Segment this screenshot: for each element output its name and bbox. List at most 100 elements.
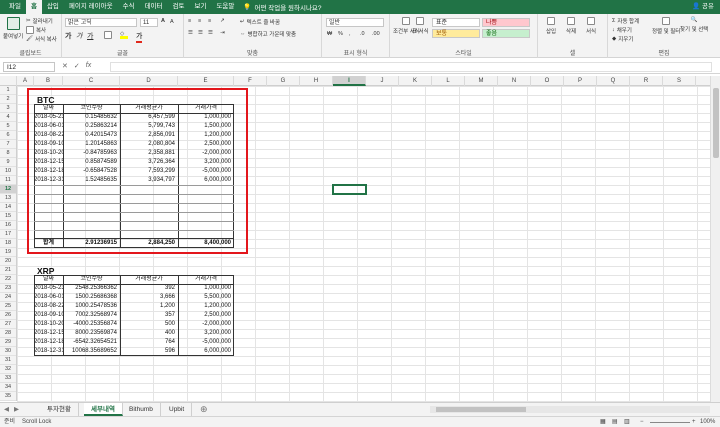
row-header[interactable]: 22 xyxy=(0,275,16,284)
row-header[interactable]: 29 xyxy=(0,338,16,347)
indent-icon[interactable]: ⇥ xyxy=(220,30,225,36)
share-button[interactable]: 👤 공유 xyxy=(692,0,714,14)
row-header[interactable]: 34 xyxy=(0,383,16,392)
paste-button[interactable]: 붙여넣기 xyxy=(3,17,23,40)
column-header[interactable]: E xyxy=(178,76,234,86)
row-header[interactable]: 3 xyxy=(0,104,16,113)
fill-button[interactable]: ↓ 채우기 xyxy=(612,26,632,34)
style-bad[interactable]: 나쁨 xyxy=(482,18,530,27)
column-header[interactable]: L xyxy=(432,76,465,86)
menu-tab[interactable]: 도움말 xyxy=(211,0,239,14)
percent-icon[interactable]: % xyxy=(338,31,343,37)
sheet-tab[interactable]: 세부내역 xyxy=(84,403,123,416)
style-neutral[interactable]: 보통 xyxy=(432,29,480,38)
column-header[interactable]: A xyxy=(17,76,34,86)
style-normal[interactable]: 표준 xyxy=(432,18,480,27)
column-header[interactable]: I xyxy=(333,76,366,86)
row-header[interactable]: 23 xyxy=(0,284,16,293)
row-header[interactable]: 4 xyxy=(0,113,16,122)
row-header[interactable]: 9 xyxy=(0,158,16,167)
row-header[interactable]: 11 xyxy=(0,176,16,185)
delete-cells-button[interactable]: 삭제 xyxy=(566,17,576,35)
font-size-select[interactable]: 11 xyxy=(140,18,158,27)
row-header[interactable]: 5 xyxy=(0,122,16,131)
decrease-decimal-icon[interactable]: .00 xyxy=(372,31,380,37)
column-header[interactable]: M xyxy=(465,76,498,86)
row-header[interactable]: 1 xyxy=(0,86,16,95)
menu-tab[interactable]: 파일 xyxy=(4,0,26,14)
row-header[interactable]: 10 xyxy=(0,167,16,176)
orientation-icon[interactable]: ↗ xyxy=(220,18,225,24)
align-top-icon[interactable]: ≡ xyxy=(188,18,191,24)
find-select-button[interactable]: 🔍 찾기 및 선택 xyxy=(680,17,708,33)
zoom-slider[interactable] xyxy=(650,422,690,423)
menu-tab[interactable]: 삽입 xyxy=(42,0,64,14)
row-header[interactable]: 31 xyxy=(0,356,16,365)
row-header[interactable]: 13 xyxy=(0,194,16,203)
select-all-corner[interactable] xyxy=(0,76,17,86)
row-header[interactable]: 27 xyxy=(0,320,16,329)
grow-font-icon[interactable]: A xyxy=(161,18,165,24)
name-box[interactable]: I12 xyxy=(3,62,55,72)
menu-tab[interactable]: 수식 xyxy=(118,0,140,14)
column-header[interactable]: C xyxy=(63,76,120,86)
zoom-level[interactable]: 100% xyxy=(700,418,715,427)
align-middle-icon[interactable]: ≡ xyxy=(198,18,201,24)
column-header[interactable]: H xyxy=(300,76,333,86)
menu-tab[interactable]: 보기 xyxy=(189,0,211,14)
column-header[interactable]: S xyxy=(663,76,696,86)
row-header[interactable]: 19 xyxy=(0,248,16,257)
sheet-tab[interactable]: 투자현황 xyxy=(40,403,79,416)
italic-icon[interactable]: 가 xyxy=(76,31,82,41)
clear-button[interactable]: ◆ 지우기 xyxy=(612,35,633,43)
sheet-tab[interactable]: Upbit xyxy=(162,403,193,416)
vertical-scrollbar[interactable] xyxy=(710,76,720,402)
align-right-icon[interactable]: ☰ xyxy=(208,30,213,36)
insert-function-button[interactable]: fx xyxy=(86,62,91,70)
row-header[interactable]: 18 xyxy=(0,239,16,248)
row-header[interactable]: 12 xyxy=(0,185,16,194)
column-header[interactable]: G xyxy=(267,76,300,86)
vertical-scroll-thumb[interactable] xyxy=(713,88,719,158)
horizontal-scrollbar[interactable] xyxy=(430,406,710,413)
zoom-in-icon[interactable]: + xyxy=(692,418,696,427)
column-header[interactable]: R xyxy=(630,76,663,86)
align-bottom-icon[interactable]: ≡ xyxy=(208,18,211,24)
row-header[interactable]: 8 xyxy=(0,149,16,158)
row-header[interactable]: 32 xyxy=(0,365,16,374)
row-header[interactable]: 26 xyxy=(0,311,16,320)
menu-tab[interactable]: 데이터 xyxy=(140,0,168,14)
format-cells-button[interactable]: 서식 xyxy=(586,17,596,35)
column-header[interactable]: K xyxy=(399,76,432,86)
font-color-icon[interactable]: 가 xyxy=(136,31,143,43)
increase-decimal-icon[interactable]: .0 xyxy=(360,31,365,37)
active-cell[interactable] xyxy=(332,184,367,195)
next-sheet-icon[interactable]: ▶ xyxy=(14,403,19,416)
style-good[interactable]: 좋음 xyxy=(482,29,530,38)
row-header[interactable]: 28 xyxy=(0,329,16,338)
underline-icon[interactable]: 가 xyxy=(87,31,93,41)
page-layout-icon[interactable]: ▤ xyxy=(612,418,618,427)
bold-icon[interactable]: 가 xyxy=(65,31,71,41)
number-format-select[interactable]: 일반 xyxy=(326,18,384,27)
row-header[interactable]: 21 xyxy=(0,266,16,275)
align-left-icon[interactable]: ☰ xyxy=(188,30,193,36)
currency-icon[interactable]: ₩ xyxy=(327,31,332,37)
row-header[interactable]: 2 xyxy=(0,95,16,104)
cell-area[interactable]: BTC 날짜 코인수량 거래평균가 거래가격 2018-05-23 0.15485632 6,… xyxy=(17,86,710,402)
row-header[interactable]: 17 xyxy=(0,230,16,239)
sheet-tab[interactable]: Bithumb xyxy=(122,403,161,416)
insert-cells-button[interactable]: 삽입 xyxy=(546,17,556,35)
row-header[interactable]: 7 xyxy=(0,140,16,149)
zoom-out-icon[interactable]: − xyxy=(640,418,644,427)
enter-icon[interactable]: ✓ xyxy=(74,62,80,70)
column-header[interactable]: N xyxy=(498,76,531,86)
page-break-icon[interactable]: ▥ xyxy=(624,418,630,427)
menu-tab[interactable]: 검토 xyxy=(168,0,190,14)
column-header[interactable]: J xyxy=(366,76,399,86)
tell-me-box[interactable]: 💡 어떤 작업을 원하시나요? xyxy=(243,2,321,12)
comma-icon[interactable]: , xyxy=(349,31,351,37)
autosum-button[interactable]: Σ 자동 합계 xyxy=(612,17,639,25)
column-header[interactable]: Q xyxy=(597,76,630,86)
row-header[interactable]: 35 xyxy=(0,392,16,401)
